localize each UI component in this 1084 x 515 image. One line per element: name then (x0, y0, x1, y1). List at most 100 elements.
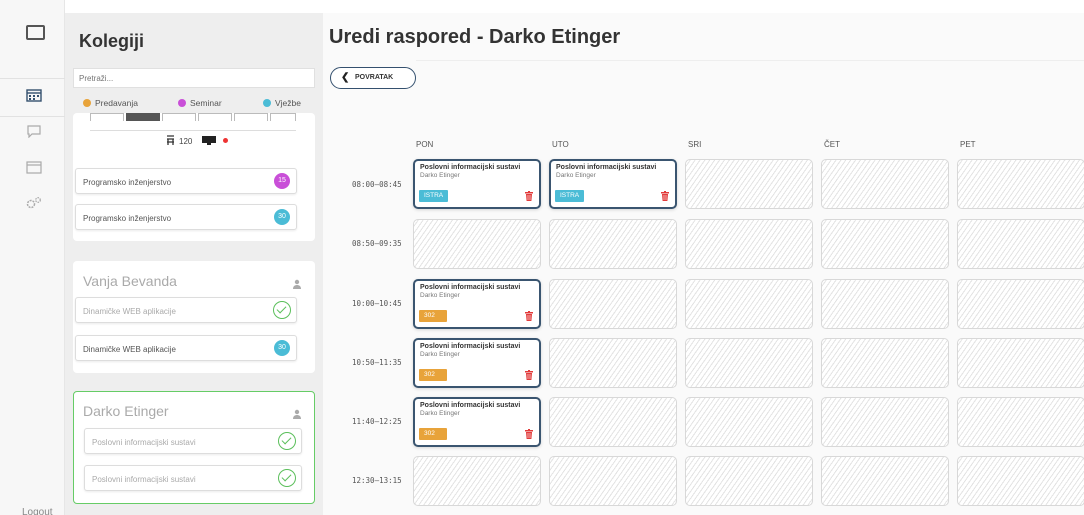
room-badge: 302 (419, 369, 447, 381)
rail-divider (0, 78, 65, 79)
rail-divider (0, 116, 65, 117)
time-label: 12:30–13:15 (352, 476, 402, 485)
room-tab[interactable] (234, 113, 268, 121)
empty-slot[interactable] (685, 456, 813, 506)
logout-link[interactable]: Logout (22, 507, 53, 515)
room-tabs (90, 113, 296, 121)
empty-slot[interactable] (957, 279, 1084, 329)
empty-slot[interactable] (549, 219, 677, 269)
chat-icon[interactable] (26, 124, 42, 138)
empty-slot[interactable] (549, 397, 677, 447)
room-info: 120 (166, 135, 246, 147)
course-item[interactable]: Poslovni informacijski sustavi (84, 428, 302, 454)
delete-trash-icon[interactable] (525, 311, 533, 321)
divider (90, 130, 296, 131)
empty-slot[interactable] (413, 219, 541, 269)
event-title: Poslovni informacijski sustavi (420, 343, 521, 350)
empty-slot[interactable] (957, 338, 1084, 388)
empty-slot[interactable] (413, 456, 541, 506)
course-item[interactable]: Programsko inženjerstvo 15 (75, 168, 297, 194)
empty-slot[interactable] (821, 397, 949, 447)
empty-slot[interactable] (957, 219, 1084, 269)
room-badge: 302 (419, 310, 447, 322)
search-input[interactable] (73, 68, 315, 88)
empty-slot[interactable] (685, 159, 813, 209)
page-title: Uredi raspored - Darko Etinger (329, 26, 621, 48)
empty-slot[interactable] (821, 219, 949, 269)
schedule-icon[interactable] (26, 160, 42, 174)
professor-name: Darko Etinger (83, 403, 169, 419)
course-item[interactable]: Poslovni informacijski sustavi (84, 465, 302, 491)
empty-slot[interactable] (957, 159, 1084, 209)
course-item[interactable]: Dinamičke WEB aplikacije (75, 297, 297, 323)
empty-slot[interactable] (821, 456, 949, 506)
room-badge: ISTRA (419, 190, 449, 202)
settings-gears-icon[interactable] (26, 196, 42, 210)
check-icon (273, 301, 291, 319)
courses-panel: Kolegiji Predavanja Seminar Vježbe 120 P… (65, 13, 323, 515)
chevron-left-icon: ❮ (341, 72, 350, 83)
empty-slot[interactable] (685, 219, 813, 269)
empty-slot[interactable] (957, 456, 1084, 506)
person-gear-icon[interactable] (293, 279, 303, 289)
event-title: Poslovni informacijski sustavi (556, 164, 657, 171)
schedule-event[interactable]: Poslovni informacijski sustavi Darko Etin… (413, 338, 541, 388)
event-title: Poslovni informacijski sustavi (420, 164, 521, 171)
delete-trash-icon[interactable] (525, 191, 533, 201)
day-header: PON (416, 140, 434, 149)
room-badge: ISTRA (555, 190, 585, 202)
empty-slot[interactable] (821, 279, 949, 329)
empty-slot[interactable] (685, 338, 813, 388)
monitor-icon (202, 136, 216, 145)
room-tab[interactable] (162, 113, 196, 121)
empty-slot[interactable] (821, 338, 949, 388)
lecture-dot-icon (83, 99, 91, 107)
delete-trash-icon[interactable] (525, 429, 533, 439)
time-label: 08:00–08:45 (352, 180, 402, 189)
room-tab[interactable] (90, 113, 124, 121)
event-teacher: Darko Etinger (420, 410, 460, 417)
schedule-event[interactable]: Poslovni informacijski sustavi Darko Etin… (549, 159, 677, 209)
schedule-event[interactable]: Poslovni informacijski sustavi Darko Etin… (413, 279, 541, 329)
empty-slot[interactable] (821, 159, 949, 209)
delete-trash-icon[interactable] (525, 370, 533, 380)
time-label: 10:50–11:35 (352, 358, 402, 367)
legend-seminar: Seminar (178, 98, 222, 108)
event-title: Poslovni informacijski sustavi (420, 284, 521, 291)
event-teacher: Darko Etinger (420, 292, 460, 299)
empty-slot[interactable] (549, 279, 677, 329)
time-label: 08:50–09:35 (352, 239, 402, 248)
empty-slot[interactable] (549, 456, 677, 506)
room-tab-active[interactable] (126, 113, 160, 121)
schedule-event[interactable]: Poslovni informacijski sustavi Darko Etin… (413, 159, 541, 209)
calendar-icon[interactable] (26, 88, 42, 102)
course-item[interactable]: Programsko inženjerstvo 30 (75, 204, 297, 230)
professor-name: Vanja Bevanda (83, 273, 177, 289)
empty-slot[interactable] (685, 279, 813, 329)
seminar-dot-icon (178, 99, 186, 107)
capacity-value: 120 (179, 137, 193, 146)
delete-trash-icon[interactable] (661, 191, 669, 201)
event-teacher: Darko Etinger (556, 172, 596, 179)
event-teacher: Darko Etinger (420, 351, 460, 358)
check-icon (278, 432, 296, 450)
courses-title: Kolegiji (79, 31, 145, 51)
course-item[interactable]: Dinamičke WEB aplikacije 30 (75, 335, 297, 361)
empty-slot[interactable] (957, 397, 1084, 447)
person-gear-icon[interactable] (293, 409, 303, 419)
back-button[interactable]: ❮ POVRATAK (330, 67, 416, 89)
legend-lectures: Predavanja (83, 98, 138, 108)
room-tab[interactable] (198, 113, 232, 121)
group-count-badge: 30 (274, 209, 290, 225)
app-logo-icon[interactable] (26, 25, 45, 40)
chair-icon (167, 135, 174, 145)
room-badge: 302 (419, 428, 447, 440)
day-header: SRI (688, 140, 702, 149)
legend-exercises: Vježbe (263, 98, 301, 108)
room-tab[interactable] (270, 113, 296, 121)
schedule-event[interactable]: Poslovni informacijski sustavi Darko Etin… (413, 397, 541, 447)
status-dot-icon (223, 138, 228, 143)
empty-slot[interactable] (549, 338, 677, 388)
empty-slot[interactable] (685, 397, 813, 447)
check-icon (278, 469, 296, 487)
